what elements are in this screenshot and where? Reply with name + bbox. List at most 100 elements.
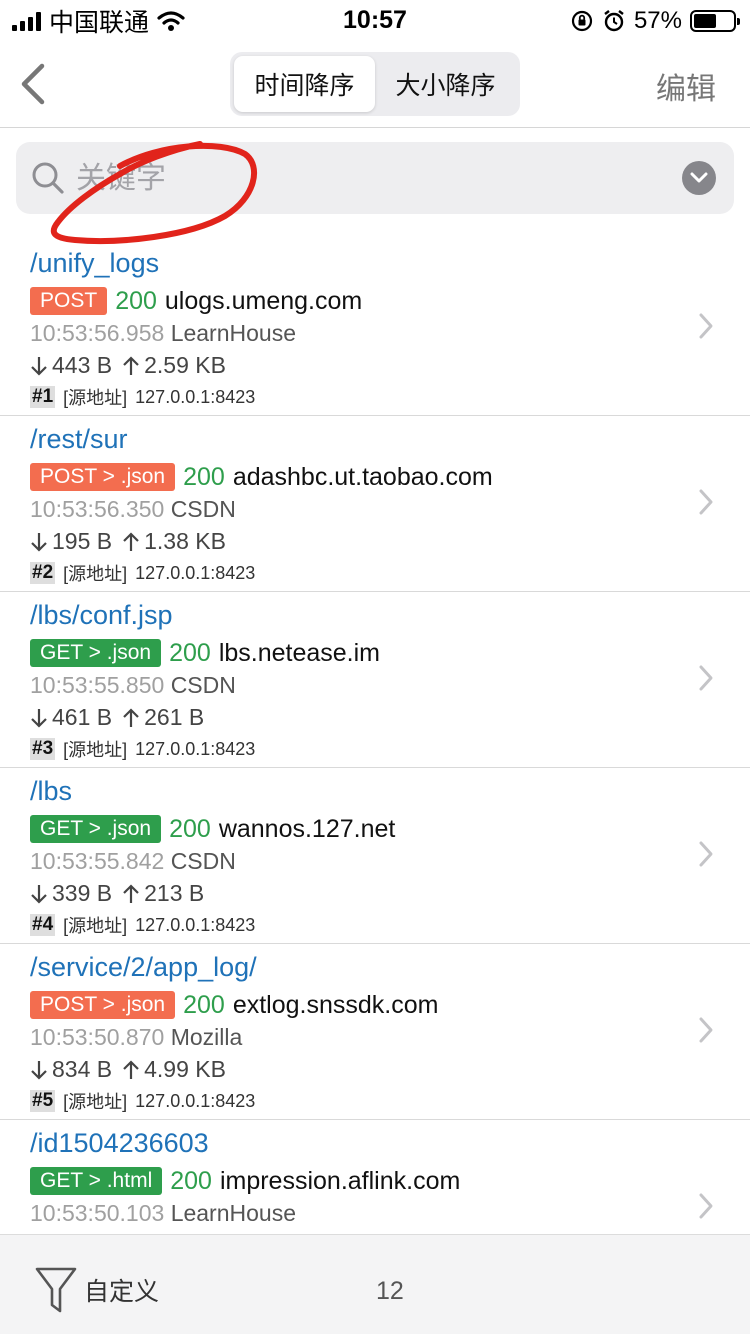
custom-filter-label: 自定义 <box>84 1277 160 1306</box>
request-time: 10:53:56.958 <box>30 320 165 346</box>
request-host: ulogs.umeng.com <box>164 286 363 315</box>
edit-button[interactable]: 编辑 <box>656 64 716 108</box>
segment-time-desc[interactable]: 时间降序 <box>234 56 375 112</box>
battery-icon <box>690 10 740 32</box>
request-host: adashbc.ut.taobao.com <box>232 462 493 491</box>
arrow-up-icon <box>123 355 139 375</box>
request-row[interactable]: /id1504236603 GET > .html 200 impression.af… <box>0 1120 750 1234</box>
request-row[interactable]: /lbs/conf.jsp GET > .json 200 lbs.netease.i… <box>0 592 750 768</box>
source-address: 127.0.0.1:8423 <box>135 738 256 759</box>
upload-size: 1.38 KB <box>144 528 226 554</box>
request-client: CSDN <box>170 496 236 522</box>
upload-size: 4.99 KB <box>144 1056 226 1082</box>
request-client: LearnHouse <box>170 1200 296 1226</box>
request-source: #2 [源地址] 127.0.0.1:8423 <box>30 560 255 586</box>
request-time: 10:53:50.870 <box>30 1024 165 1050</box>
request-time: 10:53:55.842 <box>30 848 165 874</box>
request-summary: GET > .json 200 lbs.netease.im <box>30 638 380 668</box>
arrow-down-icon <box>31 356 47 376</box>
status-code: 200 <box>183 990 225 1019</box>
request-host: wannos.127.net <box>218 814 396 843</box>
request-source: #5 [源地址] 127.0.0.1:8423 <box>30 1088 255 1114</box>
request-row[interactable]: /service/2/app_log/POST > .json 200 extlog… <box>0 944 750 1120</box>
source-label: [源地址] <box>63 916 128 936</box>
search-options-button[interactable] <box>682 161 716 195</box>
search-bar <box>16 142 734 214</box>
method-badge: GET > .html <box>30 1167 163 1195</box>
download-size: 195 B <box>52 528 113 554</box>
download-size: 834 B <box>52 1056 113 1082</box>
download-size: 443 B <box>52 352 113 378</box>
method-badge: POST > .json <box>30 463 176 491</box>
status-code: 200 <box>169 814 211 843</box>
request-sizes: 443 B 2.59 KB <box>30 352 226 379</box>
sort-segmented-control: 时间降序 大小降序 <box>230 52 520 116</box>
chevron-right-icon <box>699 1193 713 1219</box>
orientation-lock-icon <box>571 10 593 32</box>
upload-size: 261 B <box>144 704 205 730</box>
request-client: LearnHouse <box>170 320 296 346</box>
request-path: /id1504236603 <box>30 1128 209 1158</box>
request-path: /service/2/app_log/ <box>30 952 257 982</box>
request-summary: POST 200 ulogs.umeng.com <box>30 286 362 316</box>
request-index: #4 <box>30 914 56 936</box>
search-icon <box>32 162 64 194</box>
request-meta: 10:53:50.103 LearnHouse <box>30 1200 296 1227</box>
back-button[interactable] <box>14 60 54 108</box>
chevron-right-icon <box>699 313 713 339</box>
request-host: lbs.netease.im <box>218 638 381 667</box>
source-address: 127.0.0.1:8423 <box>135 914 256 935</box>
request-host: impression.aflink.com <box>219 1166 461 1195</box>
battery-level <box>694 14 716 28</box>
request-client: Mozilla <box>170 1024 243 1050</box>
request-sizes: 339 B 213 B <box>30 880 204 907</box>
arrow-up-icon <box>123 707 139 727</box>
request-meta: 10:53:55.850 CSDN <box>30 672 236 699</box>
source-address: 127.0.0.1:8423 <box>135 562 256 583</box>
chevron-left-icon <box>21 63 45 105</box>
request-summary: POST > .json 200 extlog.snssdk.com <box>30 990 438 1020</box>
request-index: #2 <box>30 562 56 584</box>
request-index: #5 <box>30 1090 56 1112</box>
method-badge: POST <box>30 287 108 315</box>
status-code: 200 <box>169 638 211 667</box>
alarm-icon <box>604 10 624 32</box>
request-client: CSDN <box>170 672 236 698</box>
arrow-down-icon <box>31 884 47 904</box>
upload-size: 2.59 KB <box>144 352 226 378</box>
request-summary: POST > .json 200 adashbc.ut.taobao.com <box>30 462 493 492</box>
download-size: 339 B <box>52 880 113 906</box>
source-label: [源地址] <box>63 388 128 408</box>
request-host: extlog.snssdk.com <box>232 990 439 1019</box>
request-path: /rest/sur <box>30 424 128 454</box>
status-code: 200 <box>183 462 225 491</box>
status-code: 200 <box>115 286 157 315</box>
segment-size-desc[interactable]: 大小降序 <box>375 56 516 112</box>
filter-icon <box>35 1267 77 1313</box>
bottom-toolbar: 自定义 12 <box>0 1234 750 1334</box>
request-row[interactable]: /lbs GET > .json 200 wannos.127.net 10:53:55… <box>0 768 750 944</box>
request-client: CSDN <box>170 848 236 874</box>
request-row[interactable]: /rest/sur POST > .json 200 adashbc.ut.taoba… <box>0 416 750 592</box>
request-meta: 10:53:56.958 LearnHouse <box>30 320 296 347</box>
method-badge: POST > .json <box>30 991 176 1019</box>
custom-filter-button[interactable]: 自定义 <box>34 1265 159 1315</box>
source-label: [源地址] <box>63 740 128 760</box>
request-sizes: 195 B 1.38 KB <box>30 528 226 555</box>
arrow-up-icon <box>123 1059 139 1079</box>
arrow-down-icon <box>31 532 47 552</box>
search-input[interactable] <box>76 154 666 202</box>
status-code: 200 <box>170 1166 212 1195</box>
status-bar: 中国联通 10:57 57% <box>0 0 750 40</box>
arrow-up-icon <box>123 531 139 551</box>
method-badge: GET > .json <box>30 815 162 843</box>
request-sizes: 461 B 261 B <box>30 704 204 731</box>
request-row[interactable]: /unify_logs POST 200 ulogs.umeng.com 10:53:5… <box>0 240 750 416</box>
request-summary: GET > .json 200 wannos.127.net <box>30 814 395 844</box>
request-path: /unify_logs <box>30 248 160 278</box>
nav-bar: 时间降序 大小降序 编辑 <box>0 44 750 128</box>
request-time: 10:53:50.103 <box>30 1200 165 1226</box>
arrow-down-icon <box>31 1060 47 1080</box>
request-meta: 10:53:50.870 Mozilla <box>30 1024 242 1051</box>
request-summary: GET > .html 200 impression.aflink.com <box>30 1166 460 1196</box>
